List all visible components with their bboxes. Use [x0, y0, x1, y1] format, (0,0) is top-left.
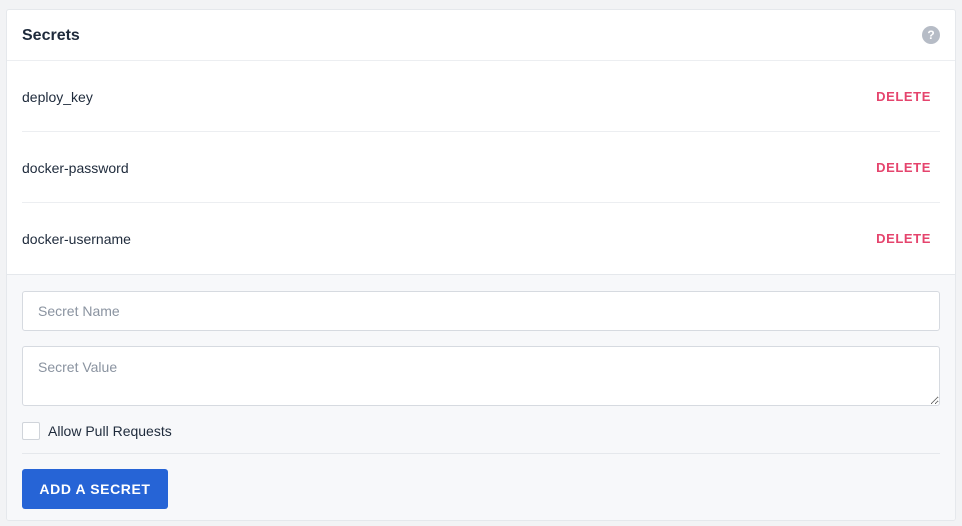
- secret-name: docker-username: [22, 231, 131, 247]
- secret-name-input[interactable]: [22, 291, 940, 331]
- allow-pull-requests-label: Allow Pull Requests: [48, 423, 172, 439]
- secrets-card: Secrets ? deploy_key DELETE docker-passw…: [6, 9, 956, 521]
- add-secret-button[interactable]: ADD A SECRET: [22, 469, 168, 509]
- secret-row: docker-password DELETE: [22, 132, 940, 203]
- card-title: Secrets: [22, 27, 80, 44]
- form-divider: [22, 453, 940, 454]
- delete-button[interactable]: DELETE: [876, 88, 931, 106]
- delete-button[interactable]: DELETE: [876, 159, 931, 177]
- secret-name: docker-password: [22, 160, 129, 176]
- allow-pull-requests-toggle[interactable]: Allow Pull Requests: [22, 421, 172, 441]
- delete-button[interactable]: DELETE: [876, 230, 931, 248]
- allow-pull-requests-checkbox[interactable]: [22, 422, 40, 440]
- card-header: Secrets ?: [7, 10, 955, 61]
- secret-value-input[interactable]: [22, 346, 940, 406]
- add-secret-form: Allow Pull Requests ADD A SECRET: [7, 274, 955, 520]
- help-icon[interactable]: ?: [922, 26, 940, 44]
- secret-row: docker-username DELETE: [22, 203, 940, 274]
- secret-list: deploy_key DELETE docker-password DELETE…: [22, 61, 940, 274]
- secret-row: deploy_key DELETE: [22, 61, 940, 132]
- secret-name: deploy_key: [22, 89, 93, 105]
